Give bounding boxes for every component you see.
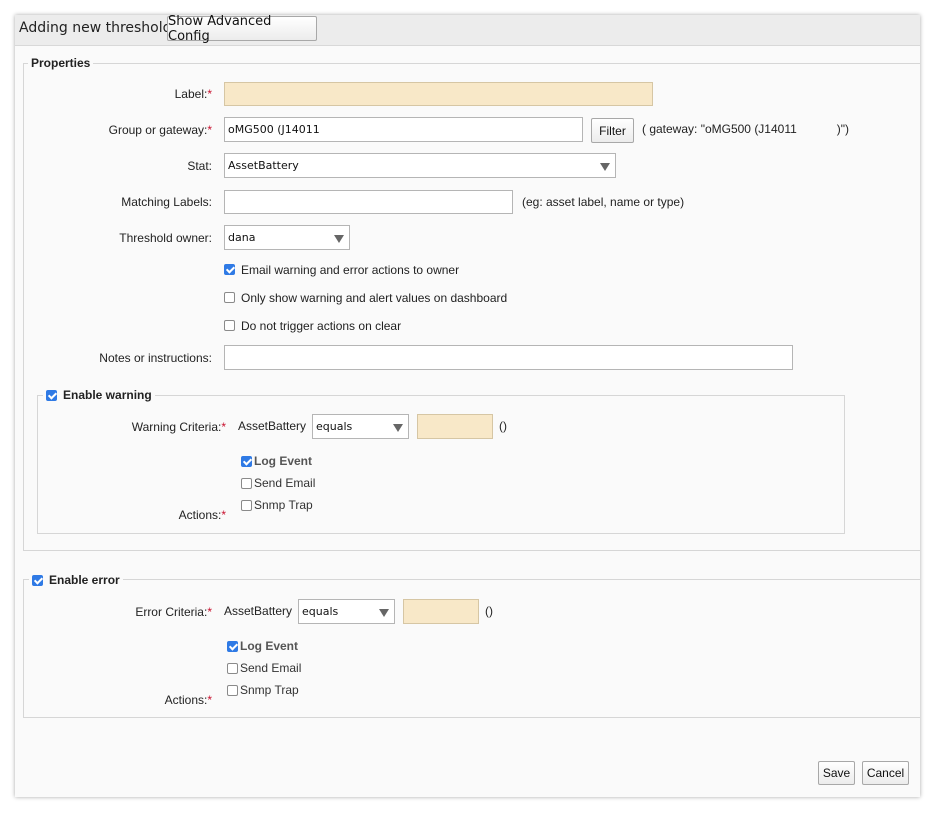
owner-select[interactable]: dana bbox=[224, 225, 350, 250]
warning-snmp-trap-checkbox[interactable] bbox=[241, 500, 252, 511]
no-clear-actions-label: Do not trigger actions on clear bbox=[241, 319, 402, 333]
error-operator-select[interactable]: equals bbox=[298, 599, 395, 624]
gateway-hint: ( gateway: "oMG500 (J14011)") bbox=[642, 122, 850, 136]
properties-legend: Properties bbox=[28, 55, 94, 71]
warning-operator-select[interactable]: equals bbox=[312, 414, 409, 439]
warning-unit: () bbox=[499, 419, 507, 433]
label-field-label: Label:* bbox=[174, 87, 212, 101]
warning-log-event-label: Log Event bbox=[254, 454, 313, 468]
error-log-event-checkbox[interactable] bbox=[227, 641, 238, 652]
enable-error-checkbox[interactable] bbox=[32, 574, 43, 586]
error-operator-value: equals bbox=[302, 605, 339, 618]
matching-labels-field-label: Matching Labels: bbox=[121, 195, 212, 209]
group-field-label: Group or gateway:* bbox=[108, 123, 212, 137]
stat-select-value: AssetBattery bbox=[228, 159, 299, 172]
matching-labels-hint: (eg: asset label, name or type) bbox=[522, 195, 685, 209]
error-send-email-label: Send Email bbox=[240, 661, 302, 675]
dashboard-only-label: Only show warning and alert values on da… bbox=[241, 291, 508, 305]
error-snmp-trap-label: Snmp Trap bbox=[240, 683, 299, 697]
error-value-input[interactable] bbox=[403, 599, 479, 624]
save-button[interactable]: Save bbox=[818, 761, 855, 785]
chevron-down-icon bbox=[334, 234, 344, 243]
notes-input[interactable] bbox=[224, 345, 793, 370]
warning-log-event-checkbox[interactable] bbox=[241, 456, 252, 467]
error-log-event-label: Log Event bbox=[240, 639, 299, 653]
error-legend: Enable error bbox=[29, 572, 123, 588]
dialog-titlebar: Adding new threshold Show Advanced Confi… bbox=[15, 14, 920, 46]
enable-error-label: Enable error bbox=[49, 573, 120, 587]
chevron-down-icon bbox=[393, 423, 403, 432]
enable-warning-checkbox[interactable] bbox=[46, 389, 57, 401]
owner-select-value: dana bbox=[228, 231, 256, 244]
warning-actions-label: Actions:* bbox=[178, 508, 226, 522]
warning-criteria-label: Warning Criteria:* bbox=[131, 420, 226, 434]
dashboard-only-checkbox[interactable] bbox=[224, 292, 235, 303]
email-owner-checkbox[interactable] bbox=[224, 264, 235, 275]
chevron-down-icon bbox=[600, 162, 610, 171]
error-snmp-trap-checkbox[interactable] bbox=[227, 685, 238, 696]
threshold-dialog: Adding new threshold Show Advanced Confi… bbox=[15, 14, 920, 797]
chevron-down-icon bbox=[379, 608, 389, 617]
show-advanced-config-button[interactable]: Show Advanced Config bbox=[167, 14, 317, 44]
owner-field-label: Threshold owner: bbox=[119, 231, 212, 245]
warning-snmp-trap-label: Snmp Trap bbox=[254, 498, 313, 512]
error-criteria-label: Error Criteria:* bbox=[135, 605, 212, 619]
error-stat-name: AssetBattery bbox=[224, 604, 293, 618]
filter-button[interactable]: Filter bbox=[591, 118, 634, 143]
error-send-email-checkbox[interactable] bbox=[227, 663, 238, 674]
warning-value-input[interactable] bbox=[417, 414, 493, 439]
enable-warning-label: Enable warning bbox=[63, 388, 152, 402]
group-input[interactable]: oMG500 (J14011 bbox=[224, 117, 583, 142]
warning-send-email-checkbox[interactable] bbox=[241, 478, 252, 489]
cancel-button[interactable]: Cancel bbox=[862, 761, 909, 785]
warning-legend: Enable warning bbox=[43, 387, 155, 403]
dialog-title: Adding new threshold bbox=[19, 20, 172, 36]
warning-send-email-label: Send Email bbox=[254, 476, 316, 490]
email-owner-label: Email warning and error actions to owner bbox=[241, 263, 460, 277]
notes-field-label: Notes or instructions: bbox=[99, 351, 212, 365]
warning-stat-name: AssetBattery bbox=[238, 419, 307, 433]
warning-operator-value: equals bbox=[316, 420, 353, 433]
stat-field-label: Stat: bbox=[187, 159, 212, 173]
matching-labels-input[interactable] bbox=[224, 190, 513, 214]
stat-select[interactable]: AssetBattery bbox=[224, 153, 616, 178]
no-clear-actions-checkbox[interactable] bbox=[224, 320, 235, 331]
error-unit: () bbox=[485, 604, 493, 618]
error-actions-label: Actions:* bbox=[164, 693, 212, 707]
label-input[interactable] bbox=[224, 82, 653, 106]
